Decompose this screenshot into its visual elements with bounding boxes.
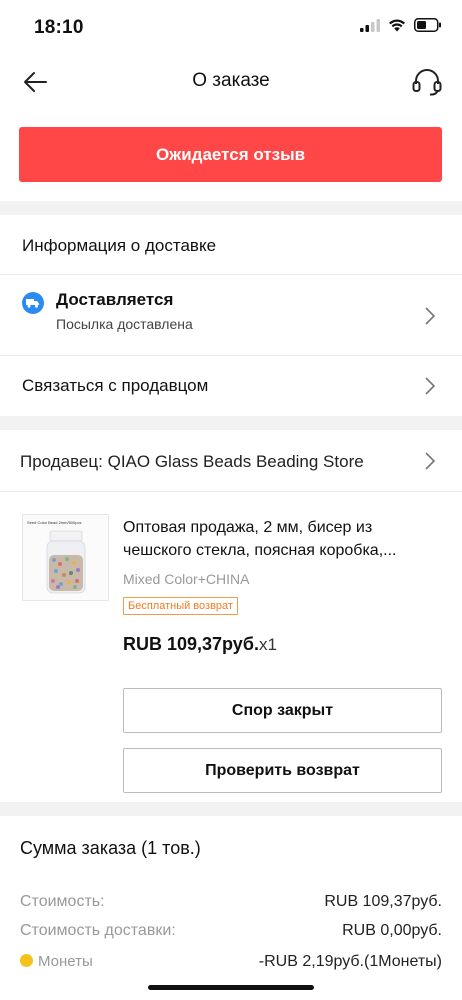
summary-value: -RUB 2,19руб.(1Монеты) — [258, 953, 442, 970]
dispute-closed-button[interactable]: Спор закрыт — [123, 688, 442, 733]
wifi-icon — [389, 19, 405, 32]
signal-icon — [360, 18, 380, 32]
product-quantity: x1 — [258, 635, 277, 654]
product-price-line: RUB 109,37руб.x1 — [123, 634, 277, 655]
summary-line-shipping: Стоимость доставки: RUB 0,00руб. — [20, 922, 442, 944]
summary-value: RUB 0,00руб. — [342, 922, 442, 939]
product-variant: Mixed Color+CHINA — [123, 571, 250, 587]
svg-text:Seed Color Bead 2mm/500pcs: Seed Color Bead 2mm/500pcs — [27, 520, 81, 525]
product-price: RUB 109,37руб. — [123, 634, 259, 654]
summary-value: RUB 109,37руб. — [324, 893, 442, 910]
delivery-status-row[interactable]: Доставляется Посылка доставлена — [0, 275, 462, 355]
status-icons — [360, 18, 442, 32]
truck-icon — [22, 292, 44, 314]
section-gap — [0, 416, 462, 430]
chevron-right-icon — [425, 452, 436, 470]
battery-icon — [414, 18, 441, 32]
seller-name: Продавец: QIAO Glass Beads Beading Store — [20, 452, 364, 471]
home-indicator — [148, 985, 314, 990]
seller-row[interactable]: Продавец: QIAO Glass Beads Beading Store — [0, 431, 462, 491]
page-title: О заказе — [192, 70, 270, 91]
bead-jar-image: Seed Color Bead 2mm/500pcs — [23, 515, 108, 600]
contact-seller-row[interactable]: Связаться с продавцом — [0, 356, 462, 416]
summary-line-cost: Стоимость: RUB 109,37руб. — [20, 893, 442, 915]
product-card: Seed Color Bead 2mm/500pcs Оптовая прода… — [0, 492, 462, 802]
section-gap — [0, 201, 462, 215]
product-thumbnail[interactable]: Seed Color Bead 2mm/500pcs — [22, 514, 109, 601]
free-return-badge: Бесплатный возврат — [123, 597, 238, 615]
nav-header: О заказе — [0, 56, 462, 108]
headset-icon — [412, 69, 442, 96]
summary-title: Сумма заказа (1 тов.) — [20, 838, 201, 858]
status-time: 18:10 — [34, 17, 84, 38]
summary-label: Стоимость: — [20, 893, 105, 910]
delivery-info-heading: Информация о доставке — [0, 216, 462, 274]
product-title[interactable]: Оптовая продажа, 2 мм, бисер из чешского… — [123, 516, 443, 562]
check-return-button[interactable]: Проверить возврат — [123, 748, 442, 793]
summary-label-wrap: Монеты — [20, 953, 93, 970]
section-gap — [0, 802, 462, 816]
coin-icon — [20, 954, 33, 967]
order-summary: Сумма заказа (1 тов.) Стоимость: RUB 109… — [0, 816, 462, 1000]
chevron-right-icon — [425, 377, 436, 395]
contact-seller-label: Связаться с продавцом — [22, 376, 209, 395]
order-status-banner: Ожидается отзыв — [19, 127, 442, 182]
summary-label: Стоимость доставки: — [20, 922, 176, 939]
summary-label: Монеты — [38, 953, 93, 970]
status-bar: 18:10 — [0, 0, 462, 56]
summary-line-coins: Монеты -RUB 2,19руб.(1Монеты) — [20, 953, 442, 975]
delivery-status-title: Доставляется — [56, 290, 174, 309]
chevron-right-icon — [425, 307, 436, 325]
delivery-status-subtitle: Посылка доставлена — [56, 316, 193, 332]
delivery-info-title: Информация о доставке — [22, 236, 217, 255]
support-button[interactable] — [410, 66, 444, 98]
